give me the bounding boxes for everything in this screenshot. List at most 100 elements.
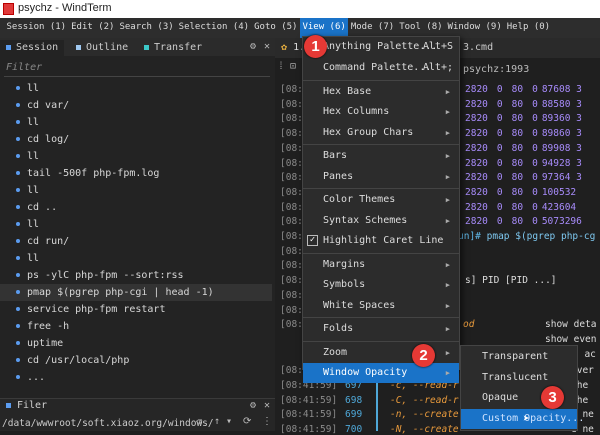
menu-view[interactable]: View (6)	[299, 18, 349, 38]
cell: 0	[496, 113, 503, 125]
history-item[interactable]: cd var/	[0, 97, 272, 114]
menu-item-label: Hex Group Chars	[323, 126, 414, 138]
checkbox-checked-icon: ✓	[307, 235, 318, 246]
menu-search[interactable]: Search (3)	[117, 18, 176, 38]
up-arrow-icon[interactable]: ↑ ▾	[214, 416, 232, 427]
history-item[interactable]: ll	[0, 114, 272, 131]
history-item[interactable]: ll	[0, 148, 272, 165]
timestamp: [08:	[280, 231, 303, 242]
bullet-icon	[16, 154, 20, 158]
step-badge-3: 3	[541, 386, 564, 409]
session-pane: Session Outline Transfer ⚙ ✕ Filter ll cd v…	[0, 38, 275, 431]
history-item[interactable]: tail -500f php-fpm.log	[0, 165, 272, 182]
new-tab-icon[interactable]: ⁞ ⊡	[278, 61, 296, 73]
menu-tool[interactable]: Tool (8)	[397, 18, 445, 38]
tab-session[interactable]: Session	[0, 40, 65, 56]
submenu-item-translucent[interactable]: Translucent	[461, 368, 577, 388]
menu-item-label: Folds	[323, 323, 354, 334]
menu-item-symbols[interactable]: Symbols ▶	[303, 275, 459, 295]
history-command: ll	[27, 83, 40, 94]
clear-icon[interactable]: ⌫	[196, 417, 202, 428]
terminal-tab[interactable]: 3.cmd	[463, 42, 493, 53]
filer-path-input[interactable]: /data/wwwroot/soft.xiaoz.org/windows/	[2, 418, 214, 429]
tab-transfer[interactable]: Transfer	[138, 40, 208, 56]
cell: 97364 3	[541, 172, 582, 184]
history-item[interactable]: uptime	[0, 335, 272, 352]
gear-icon[interactable]: ⚙	[250, 400, 256, 411]
menu-selection[interactable]: Selection (4)	[176, 18, 251, 38]
submenu-item-transparent[interactable]: Transparent	[461, 347, 577, 367]
history-item[interactable]: ps -ylC php-fpm --sort:rss	[0, 267, 272, 284]
history-item[interactable]: pmap $(pgrep php-cgi | head -1)	[0, 284, 272, 301]
history-command: ll	[27, 253, 40, 264]
close-icon[interactable]: ✕	[264, 400, 270, 411]
menu-item-label: White Spaces	[323, 299, 396, 311]
menu-item-bars[interactable]: Bars ▶	[303, 146, 459, 166]
cell: 80	[511, 172, 524, 184]
submenu-arrow-icon: ▶	[445, 325, 450, 333]
cell: 80	[511, 216, 524, 228]
menu-mode[interactable]: Mode (7)	[348, 18, 396, 38]
refresh-icon[interactable]: ⟳	[243, 416, 251, 427]
cell: 0	[532, 142, 538, 154]
more-icon[interactable]: ⋮	[262, 416, 272, 427]
history-item[interactable]: cd /usr/local/php	[0, 352, 272, 369]
menu-item-color-themes[interactable]: Color Themes ▶	[303, 190, 459, 210]
history-command: free -h	[27, 321, 70, 332]
timestamp: [08:	[280, 201, 303, 213]
bullet-icon	[16, 307, 20, 311]
history-command: cd var/	[27, 100, 70, 111]
cell: 0	[532, 98, 538, 110]
history-item[interactable]: free -h	[0, 318, 272, 335]
submenu-arrow-icon: ▶	[445, 172, 450, 181]
menu-help[interactable]: Help (0)	[504, 18, 552, 38]
filter-input[interactable]: Filter	[6, 62, 42, 73]
history-item[interactable]: service php-fpm restart	[0, 301, 272, 318]
menu-edit[interactable]: Edit (2)	[69, 18, 117, 38]
cell: 0	[532, 84, 538, 95]
view-menu: Anything Palette... Alt+S Command Palette.…	[302, 36, 460, 383]
cell: 2820	[465, 157, 488, 169]
history-item[interactable]: cd ..	[0, 199, 272, 216]
bullet-icon	[16, 171, 20, 175]
line-number: 699	[345, 409, 363, 421]
history-item[interactable]: ll	[0, 80, 272, 97]
submenu-item-custom-opacity[interactable]: Custom Opacity...	[461, 408, 584, 429]
history-item[interactable]: ll	[0, 182, 272, 199]
cell: 80	[511, 186, 524, 198]
submenu-arrow-icon: ▶	[445, 369, 450, 377]
menu-session[interactable]: Session (1)	[4, 18, 69, 38]
menu-item-highlight-caret-line[interactable]: ✓ Highlight Caret Line	[303, 231, 459, 251]
history-item[interactable]: ll	[0, 250, 272, 267]
option-description: show even	[545, 333, 597, 345]
menu-item-hex-group-chars[interactable]: Hex Group Chars ▶	[303, 123, 459, 143]
gear-icon[interactable]: ⚙	[250, 41, 256, 52]
shortcut-label: Alt+S	[422, 41, 453, 52]
menu-item-margins[interactable]: Margins ▶	[303, 255, 459, 275]
menu-item-hex-base[interactable]: Hex Base ▶	[303, 82, 459, 102]
filer-title: Filer	[17, 400, 48, 411]
history-item[interactable]: ...	[0, 369, 272, 386]
close-icon[interactable]: ✕	[264, 41, 270, 52]
timestamp: [08:41:59]	[280, 394, 338, 406]
menu-item-window-opacity[interactable]: Window Opacity ▶	[303, 363, 459, 383]
history-item[interactable]: cd run/	[0, 233, 272, 250]
menu-item-hex-columns[interactable]: Hex Columns ▶	[303, 102, 459, 122]
menu-window[interactable]: Window (9)	[445, 18, 504, 38]
submenu-arrow-icon: ▶	[445, 108, 450, 116]
cell: 2820	[465, 186, 488, 198]
menu-item-zoom[interactable]: Zoom ▶	[303, 343, 459, 363]
submenu-arrow-icon: ▶	[445, 260, 450, 269]
menu-goto[interactable]: Goto (5)	[252, 18, 300, 38]
menu-item-white-spaces[interactable]: White Spaces ▶	[303, 296, 459, 316]
history-item[interactable]: ll	[0, 216, 272, 233]
menu-item-label: Syntax Schemes	[323, 214, 408, 226]
process-row: 2820 0 80 0 89360 3	[465, 113, 591, 124]
cell: 80	[511, 98, 524, 110]
tab-outline[interactable]: Outline	[70, 40, 134, 56]
menu-item-command-palette[interactable]: Command Palette... Alt+;	[303, 58, 459, 78]
history-item[interactable]: cd log/	[0, 131, 272, 148]
menu-item-syntax-schemes[interactable]: Syntax Schemes ▶	[303, 211, 459, 231]
menu-item-folds[interactable]: Folds ▶	[303, 319, 459, 339]
menu-item-panes[interactable]: Panes ▶	[303, 167, 459, 187]
